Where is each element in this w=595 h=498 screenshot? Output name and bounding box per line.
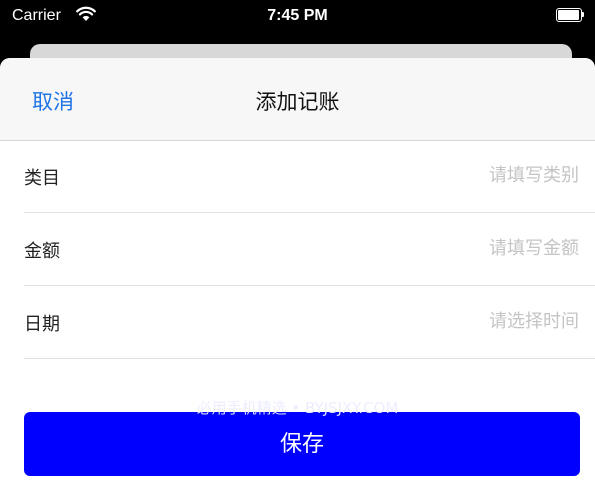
form-row-date: 日期 bbox=[24, 286, 595, 359]
amount-input[interactable] bbox=[259, 231, 579, 265]
form-row-category: 类目 bbox=[24, 140, 595, 213]
page-title: 添加记账 bbox=[255, 90, 340, 114]
battery-icon bbox=[556, 8, 584, 22]
amount-label: 金额 bbox=[24, 241, 60, 262]
status-time: 7:45 PM bbox=[267, 7, 328, 24]
add-record-sheet: 取消 添加记账 类目 金额 日期 保存 bbox=[0, 58, 595, 498]
date-input[interactable] bbox=[259, 304, 579, 338]
status-bar: Carrier 7:45 PM bbox=[0, 0, 595, 34]
date-label: 日期 bbox=[24, 314, 60, 335]
save-button-label: 保存 bbox=[279, 432, 324, 457]
navigation-bar: 取消 添加记账 bbox=[0, 58, 595, 141]
category-label: 类目 bbox=[24, 168, 60, 189]
save-button[interactable]: 保存 bbox=[24, 412, 580, 476]
category-input[interactable] bbox=[259, 158, 579, 192]
form-row-amount: 金额 bbox=[24, 213, 595, 286]
